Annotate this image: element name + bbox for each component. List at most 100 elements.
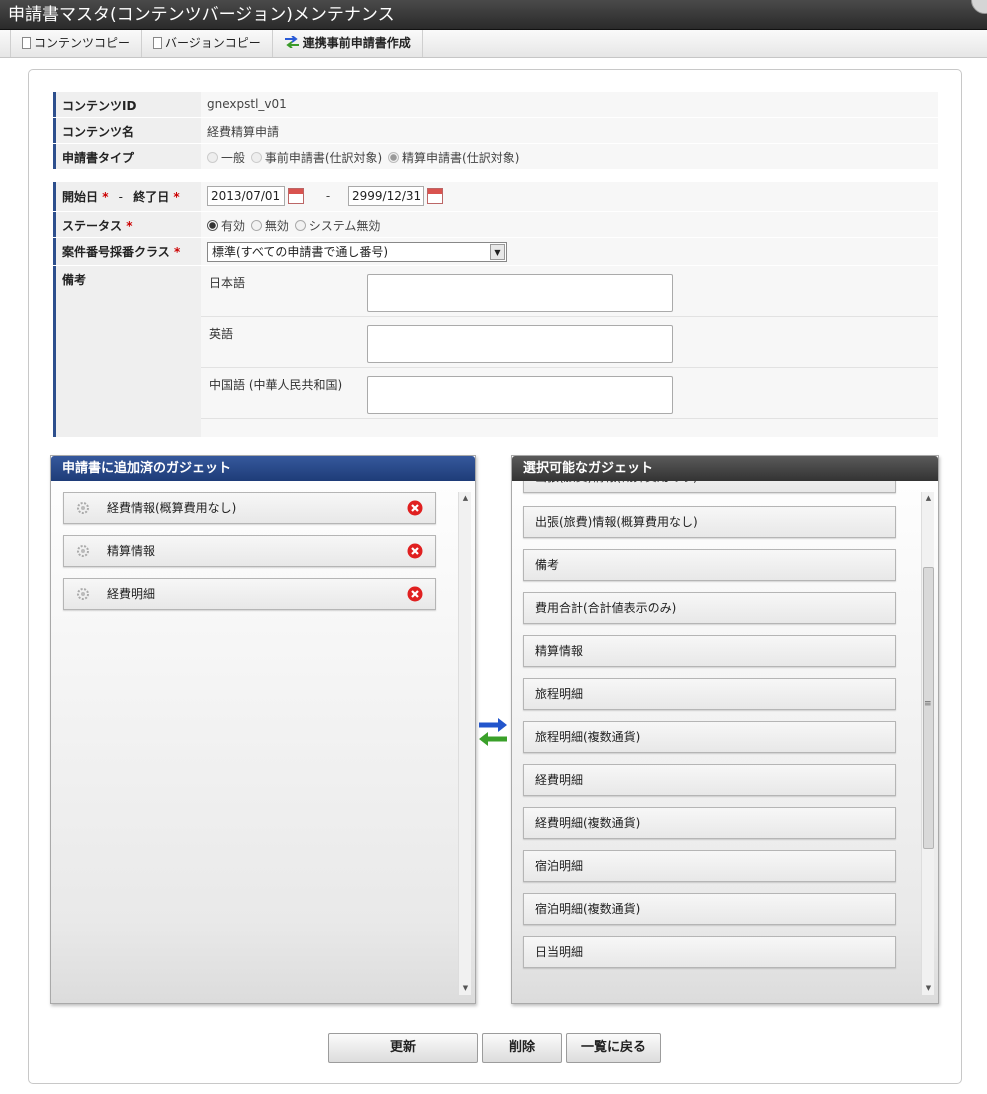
app-type-general-radio (207, 152, 218, 163)
app-type-prior-label: 事前申請書(仕訳対象) (264, 151, 383, 165)
available-gadget-item[interactable]: 経費明細(複数通貨) (523, 807, 896, 839)
available-gadget-item[interactable]: 出張(旅費)情報(概算費用なし) (523, 506, 896, 538)
content-info-table: コンテンツID gnexpstl_v01 コンテンツ名 経費精算申請 申請書タイ… (53, 92, 938, 170)
document-icon (22, 37, 31, 49)
available-gadget-item[interactable]: 旅程明細(複数通貨) (523, 721, 896, 753)
added-gadget-label: 経費情報(概算費用なし) (107, 501, 237, 515)
remarks-chinese-textarea[interactable] (367, 376, 673, 414)
app-type-settlement-radio (388, 152, 400, 163)
available-gadget-item[interactable]: 宿泊明細(複数通貨) (523, 893, 896, 925)
application-type-label: 申請書タイプ (53, 144, 201, 169)
required-mark: * (102, 190, 109, 204)
status-active-radio[interactable] (207, 220, 218, 231)
content-copy-label: コンテンツコピー (34, 36, 131, 50)
available-gadget-label: 費用合計(合計値表示のみ) (535, 601, 677, 615)
document-icon (153, 37, 163, 49)
app-type-settlement-label: 精算申請書(仕訳対象) (402, 151, 520, 165)
date-label: 開始日 * - 終了日 * (53, 182, 201, 211)
remove-icon[interactable] (407, 586, 423, 602)
remarks-cell: 日本語 英語 中国語 (中華人民共和国) (201, 266, 938, 437)
remarks-label: 備考 (53, 266, 201, 437)
remove-icon[interactable] (407, 500, 423, 516)
gear-icon (77, 502, 89, 514)
remarks-chinese-row: 中国語 (中華人民共和国) (201, 368, 938, 419)
status-active-label[interactable]: 有効 (221, 219, 245, 233)
available-gadget-item[interactable]: 精算情報 (523, 635, 896, 667)
app-type-prior-radio (250, 152, 262, 163)
available-gadgets-panel: 選択可能なガジェット ▲ ≡ ▼ 出張(旅費)情報(概算費用あり) 出張(旅費)… (511, 455, 939, 1004)
move-gadget-arrows-icon[interactable] (477, 715, 509, 749)
delete-button[interactable]: 削除 (482, 1033, 562, 1063)
window-title: 申請書マスタ(コンテンツバージョン)メンテナンス (8, 5, 395, 25)
added-gadget-item[interactable]: 精算情報 (63, 535, 436, 567)
content-id-label: コンテンツID (53, 92, 201, 117)
end-date-input[interactable]: 2999/12/31 (348, 186, 424, 206)
added-gadget-item[interactable]: 経費明細 (63, 578, 436, 610)
numbering-class-cell: 標準(すべての申請書で通し番号) ▼ (201, 238, 938, 265)
scroll-up-icon[interactable]: ▲ (459, 492, 472, 505)
available-gadget-item[interactable]: 旅程明細 (523, 678, 896, 710)
required-mark: * (126, 219, 133, 233)
version-copy-button[interactable]: バージョンコピー (142, 30, 273, 57)
available-gadget-label: 日当明細 (535, 945, 584, 959)
remarks-english-label: 英語 (209, 327, 234, 341)
scroll-down-icon[interactable]: ▼ (922, 982, 935, 995)
status-system-inactive-label[interactable]: システム無効 (309, 219, 381, 233)
remarks-english-textarea[interactable] (367, 325, 673, 363)
available-gadget-label: 宿泊明細 (535, 859, 584, 873)
numbering-class-selected-value: 標準(すべての申請書で通し番号) (212, 245, 389, 259)
scroll-up-icon[interactable]: ▲ (922, 492, 935, 505)
date-inputs: 2013/07/01 - 2999/12/31 (201, 182, 938, 211)
scroll-grip-icon: ≡ (924, 699, 932, 709)
available-gadget-label: 出張(旅費)情報(概算費用あり) (535, 481, 698, 492)
window-corner-decoration (971, 0, 987, 14)
added-gadget-label: 経費明細 (107, 587, 156, 601)
end-date-label: 終了日 (133, 190, 170, 204)
remarks-japanese-textarea[interactable] (367, 274, 673, 312)
content-id-value: gnexpstl_v01 (201, 92, 938, 117)
remarks-japanese-row: 日本語 (201, 266, 938, 317)
main-panel: コンテンツID gnexpstl_v01 コンテンツ名 経費精算申請 申請書タイ… (28, 69, 962, 1084)
remarks-row: 備考 日本語 英語 中国語 (中華人民共和国) (53, 266, 938, 438)
linked-application-create-button[interactable]: 連携事前申請書作成 (273, 30, 423, 57)
available-gadget-item[interactable]: 費用合計(合計値表示のみ) (523, 592, 896, 624)
back-to-list-button[interactable]: 一覧に戻る (566, 1033, 661, 1063)
required-mark: * (173, 245, 181, 259)
version-copy-label: バージョンコピー (165, 36, 261, 50)
date-row: 開始日 * - 終了日 * 2013/07/01 - 2999/12/31 (53, 182, 938, 212)
available-gadget-item[interactable]: 備考 (523, 549, 896, 581)
update-button[interactable]: 更新 (328, 1033, 478, 1063)
available-gadget-item[interactable]: 出張(旅費)情報(概算費用あり) (523, 481, 896, 493)
available-gadget-item[interactable]: 宿泊明細 (523, 850, 896, 882)
calendar-icon[interactable] (288, 188, 304, 204)
added-gadget-item[interactable]: 経費情報(概算費用なし) (63, 492, 436, 524)
content-id-row: コンテンツID gnexpstl_v01 (53, 92, 938, 118)
available-gadgets-title: 選択可能なガジェット (512, 456, 938, 481)
status-inactive-label[interactable]: 無効 (265, 219, 289, 233)
status-inactive-radio[interactable] (250, 220, 262, 231)
date-separator: - (325, 188, 331, 203)
numbering-class-row: 案件番号採番クラス * 標準(すべての申請書で通し番号) ▼ (53, 238, 938, 266)
available-gadget-label: 出張(旅費)情報(概算費用なし) (535, 515, 698, 529)
available-gadget-item[interactable]: 日当明細 (523, 936, 896, 968)
status-options: 有効 無効 システム無効 (201, 212, 938, 237)
scroll-down-icon[interactable]: ▼ (459, 982, 472, 995)
available-gadgets-scrollbar[interactable]: ▲ ≡ ▼ (921, 492, 934, 995)
available-gadget-item[interactable]: 経費明細 (523, 764, 896, 796)
start-date-input[interactable]: 2013/07/01 (207, 186, 285, 206)
remove-icon[interactable] (407, 543, 423, 559)
calendar-icon[interactable] (427, 188, 443, 204)
added-gadgets-scrollbar[interactable]: ▲ ▼ (458, 492, 471, 995)
numbering-class-select[interactable]: 標準(すべての申請書で通し番号) ▼ (207, 242, 507, 262)
status-system-inactive-radio[interactable] (294, 220, 306, 231)
date-label-dash: - (118, 190, 124, 204)
content-copy-button[interactable]: コンテンツコピー (10, 30, 143, 57)
remarks-chinese-label: 中国語 (中華人民共和国) (209, 378, 343, 392)
numbering-class-label: 案件番号採番クラス * (53, 238, 201, 265)
swap-arrows-icon (284, 36, 299, 48)
available-gadget-label: 経費明細(複数通貨) (535, 816, 641, 830)
available-gadget-label: 精算情報 (535, 644, 584, 658)
dropdown-arrow-icon[interactable]: ▼ (490, 244, 505, 260)
status-label-text: ステータス (62, 219, 123, 233)
gear-icon (77, 545, 89, 557)
